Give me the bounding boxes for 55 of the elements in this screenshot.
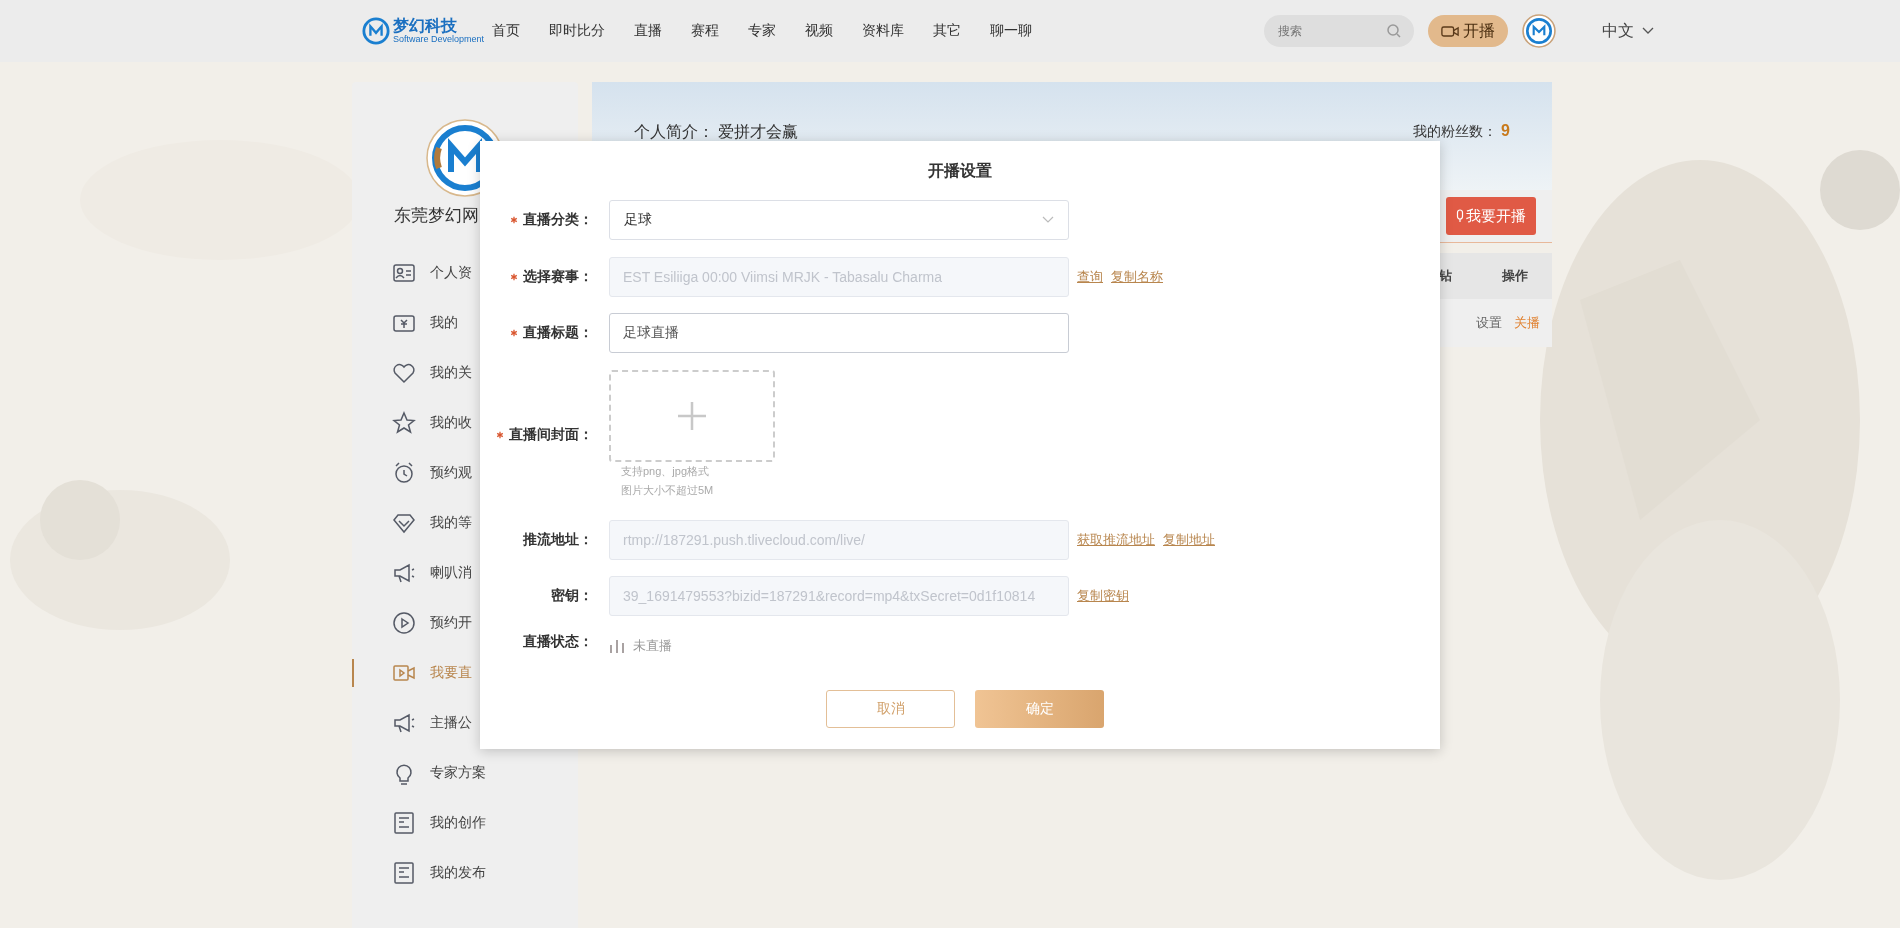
search-field[interactable]: 搜索 — [1264, 15, 1414, 47]
nav-link[interactable]: 资料库 — [862, 22, 904, 40]
status-text: 未直播 — [633, 637, 672, 655]
field-label: 直播标题： — [523, 324, 593, 342]
id-card-icon — [392, 261, 416, 285]
sidebar-item[interactable]: 专家方案 — [352, 759, 578, 787]
nav-link[interactable]: 聊一聊 — [990, 22, 1032, 40]
megaphone-icon — [392, 561, 416, 585]
document-icon — [392, 811, 416, 835]
logo-icon — [362, 17, 390, 45]
action-link[interactable]: 设置 — [1476, 314, 1502, 332]
site-name: 东莞梦幻网 — [394, 205, 479, 227]
diamond-icon — [392, 511, 416, 535]
logo-subtitle: Software Development — [393, 35, 485, 44]
column-header: 操作 — [1502, 267, 1528, 285]
chevron-down-icon — [1042, 216, 1054, 224]
category-select[interactable]: 足球 — [609, 200, 1069, 240]
play-icon — [392, 611, 416, 635]
hint-text: 支持png、jpg格式 — [620, 464, 711, 479]
star-icon — [392, 411, 416, 435]
field-label: 直播间封面： — [509, 426, 593, 444]
bio-text: 个人简介： 爱拼才会赢 — [634, 122, 799, 142]
nav-link[interactable]: 专家 — [748, 22, 776, 40]
document-icon — [392, 861, 416, 885]
megaphone-icon — [392, 711, 416, 735]
logo-text: 梦幻科技 — [393, 18, 458, 34]
nav-link[interactable]: 赛程 — [691, 22, 719, 40]
search-icon — [1386, 23, 1402, 39]
camera-icon — [1441, 23, 1459, 39]
field-label: 选择赛事： — [523, 268, 593, 286]
fans-count: 我的粉丝数： 9 — [1413, 122, 1510, 141]
input-field[interactable]: 足球直播 — [609, 313, 1069, 353]
field-label: 密钥： — [551, 587, 593, 605]
nav-link[interactable]: 直播 — [634, 22, 662, 40]
nav-link[interactable]: 其它 — [933, 22, 961, 40]
start-live-button[interactable]: 我要开播 — [1446, 197, 1536, 235]
alarm-clock-icon — [392, 461, 416, 485]
chevron-down-icon — [1642, 27, 1654, 35]
avatar-icon[interactable] — [1522, 14, 1556, 48]
sidebar-item[interactable]: 我的发布 — [352, 859, 578, 887]
dialog-title: 开播设置 — [928, 161, 992, 181]
hint-text: 图片大小不超过5M — [620, 483, 715, 498]
sidebar-item[interactable]: 我的创作 — [352, 809, 578, 837]
column-header: 钻 — [1439, 267, 1452, 285]
start-live-button[interactable]: 开播 — [1428, 15, 1508, 47]
language-dropdown[interactable]: 中文 — [1596, 19, 1660, 43]
field-label: 直播分类： — [523, 211, 593, 229]
nav-link[interactable]: 首页 — [492, 22, 520, 40]
field-label: 直播状态： — [523, 633, 593, 651]
field-label: 推流地址： — [523, 531, 593, 549]
nav-link[interactable]: 视频 — [805, 22, 833, 40]
microphone-icon — [1456, 209, 1464, 223]
plus-icon — [677, 401, 707, 431]
heart-icon — [392, 361, 416, 385]
nav-link[interactable]: 即时比分 — [549, 22, 605, 40]
